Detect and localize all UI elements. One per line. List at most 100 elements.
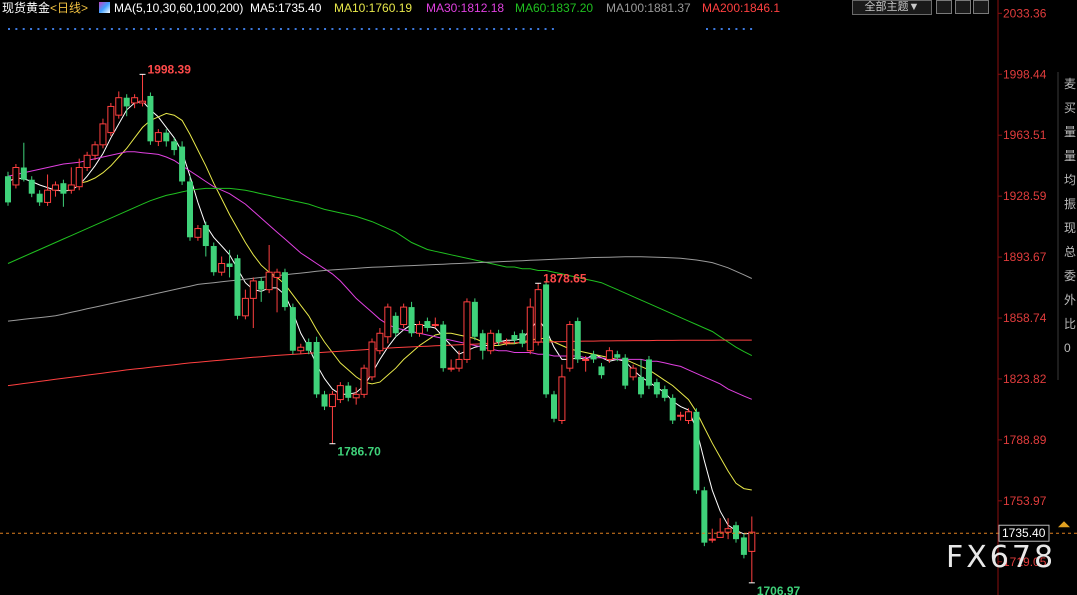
candle[interactable] [526, 298, 534, 355]
candle[interactable] [534, 283, 542, 346]
candle[interactable] [139, 74, 147, 107]
candle[interactable] [75, 158, 83, 191]
y-tick-label: 2033.36 [1003, 6, 1047, 20]
candle-body [5, 176, 11, 203]
candle[interactable] [511, 331, 518, 344]
candle[interactable] [281, 268, 288, 311]
candle[interactable] [471, 298, 478, 341]
price-arrow-icon[interactable] [1058, 521, 1070, 528]
candle[interactable] [131, 94, 139, 109]
candle[interactable] [60, 179, 67, 207]
candle[interactable] [519, 329, 526, 348]
candle[interactable] [479, 329, 486, 360]
separator-dot [257, 28, 260, 30]
candle[interactable] [645, 355, 652, 390]
candle[interactable] [543, 280, 550, 398]
candle[interactable] [44, 174, 52, 206]
candle[interactable] [249, 277, 257, 329]
candle[interactable] [732, 521, 739, 543]
separator-dot [44, 28, 47, 30]
y-tick-label: 1858.74 [1003, 311, 1047, 325]
candle[interactable] [5, 171, 11, 206]
candle[interactable] [218, 256, 226, 276]
candle[interactable] [653, 378, 660, 398]
candle[interactable] [487, 329, 495, 355]
candle[interactable] [163, 129, 170, 147]
candle[interactable] [440, 321, 447, 372]
separator-dot [522, 28, 525, 30]
candle[interactable] [321, 390, 328, 411]
candle[interactable] [258, 277, 265, 302]
candle[interactable] [558, 364, 566, 425]
candle[interactable] [677, 411, 685, 421]
candle[interactable] [574, 317, 581, 363]
candle[interactable] [376, 328, 384, 355]
candle[interactable] [28, 176, 35, 198]
candle[interactable] [384, 303, 392, 344]
candle[interactable] [661, 385, 668, 402]
candle[interactable] [194, 225, 202, 241]
candle[interactable] [392, 312, 399, 337]
candle[interactable] [748, 516, 756, 583]
candle[interactable] [669, 394, 676, 425]
candle[interactable] [241, 289, 249, 320]
candle[interactable] [289, 303, 296, 355]
candle[interactable] [431, 317, 439, 329]
candle[interactable] [12, 164, 20, 189]
candle-body [701, 490, 708, 543]
candle[interactable] [273, 268, 281, 313]
candle[interactable] [408, 301, 415, 337]
candle[interactable] [313, 336, 320, 398]
candle[interactable] [463, 298, 471, 363]
candlestick-chart[interactable]: 1998.39 1878.65 1786.70 1706.97 2033.36 1998… [0, 0, 1077, 595]
candle[interactable] [297, 343, 305, 355]
candle[interactable] [36, 190, 43, 206]
separator-dot [155, 28, 157, 30]
candle[interactable] [147, 92, 154, 145]
candle[interactable] [83, 151, 91, 171]
candle[interactable] [415, 321, 423, 337]
candle[interactable] [51, 181, 59, 197]
candle[interactable] [598, 362, 605, 379]
separator-dot [66, 28, 69, 30]
candle[interactable] [550, 390, 557, 423]
candle-body [732, 525, 739, 540]
candle[interactable] [701, 486, 708, 547]
candle[interactable] [107, 102, 115, 137]
price-axis: 2033.36 1998.44 1963.51 1928.59 1893.67 1858.… [998, 6, 1047, 569]
candle[interactable] [226, 249, 233, 278]
candle[interactable] [20, 142, 27, 182]
candle[interactable] [234, 254, 241, 320]
candle[interactable] [202, 221, 209, 257]
last-price-label: 1735.40 [1002, 526, 1046, 540]
candle[interactable] [91, 141, 99, 161]
candle[interactable] [708, 528, 716, 543]
candle[interactable] [115, 91, 123, 119]
candle[interactable] [179, 141, 186, 185]
candle[interactable] [67, 167, 75, 194]
candle[interactable] [716, 518, 724, 538]
candle[interactable] [336, 382, 344, 404]
candle[interactable] [693, 408, 700, 494]
candle[interactable] [99, 118, 107, 149]
candle[interactable] [265, 244, 273, 294]
candle[interactable] [424, 317, 431, 332]
candle[interactable] [590, 350, 597, 363]
candles-group[interactable] [5, 74, 756, 583]
candle[interactable] [455, 350, 463, 372]
candle[interactable] [345, 382, 352, 402]
candle[interactable] [566, 321, 574, 372]
candle[interactable] [740, 533, 747, 559]
candle[interactable] [352, 387, 360, 405]
candle[interactable] [154, 129, 162, 147]
candle[interactable] [685, 408, 693, 425]
side-panel-label: 总 [1064, 245, 1077, 259]
candle[interactable] [447, 359, 455, 372]
candle[interactable] [622, 354, 629, 390]
candle[interactable] [186, 176, 193, 241]
candle[interactable] [400, 303, 408, 329]
candle[interactable] [328, 390, 336, 444]
candle[interactable] [210, 242, 217, 276]
candle[interactable] [360, 364, 368, 398]
candle[interactable] [368, 338, 376, 381]
